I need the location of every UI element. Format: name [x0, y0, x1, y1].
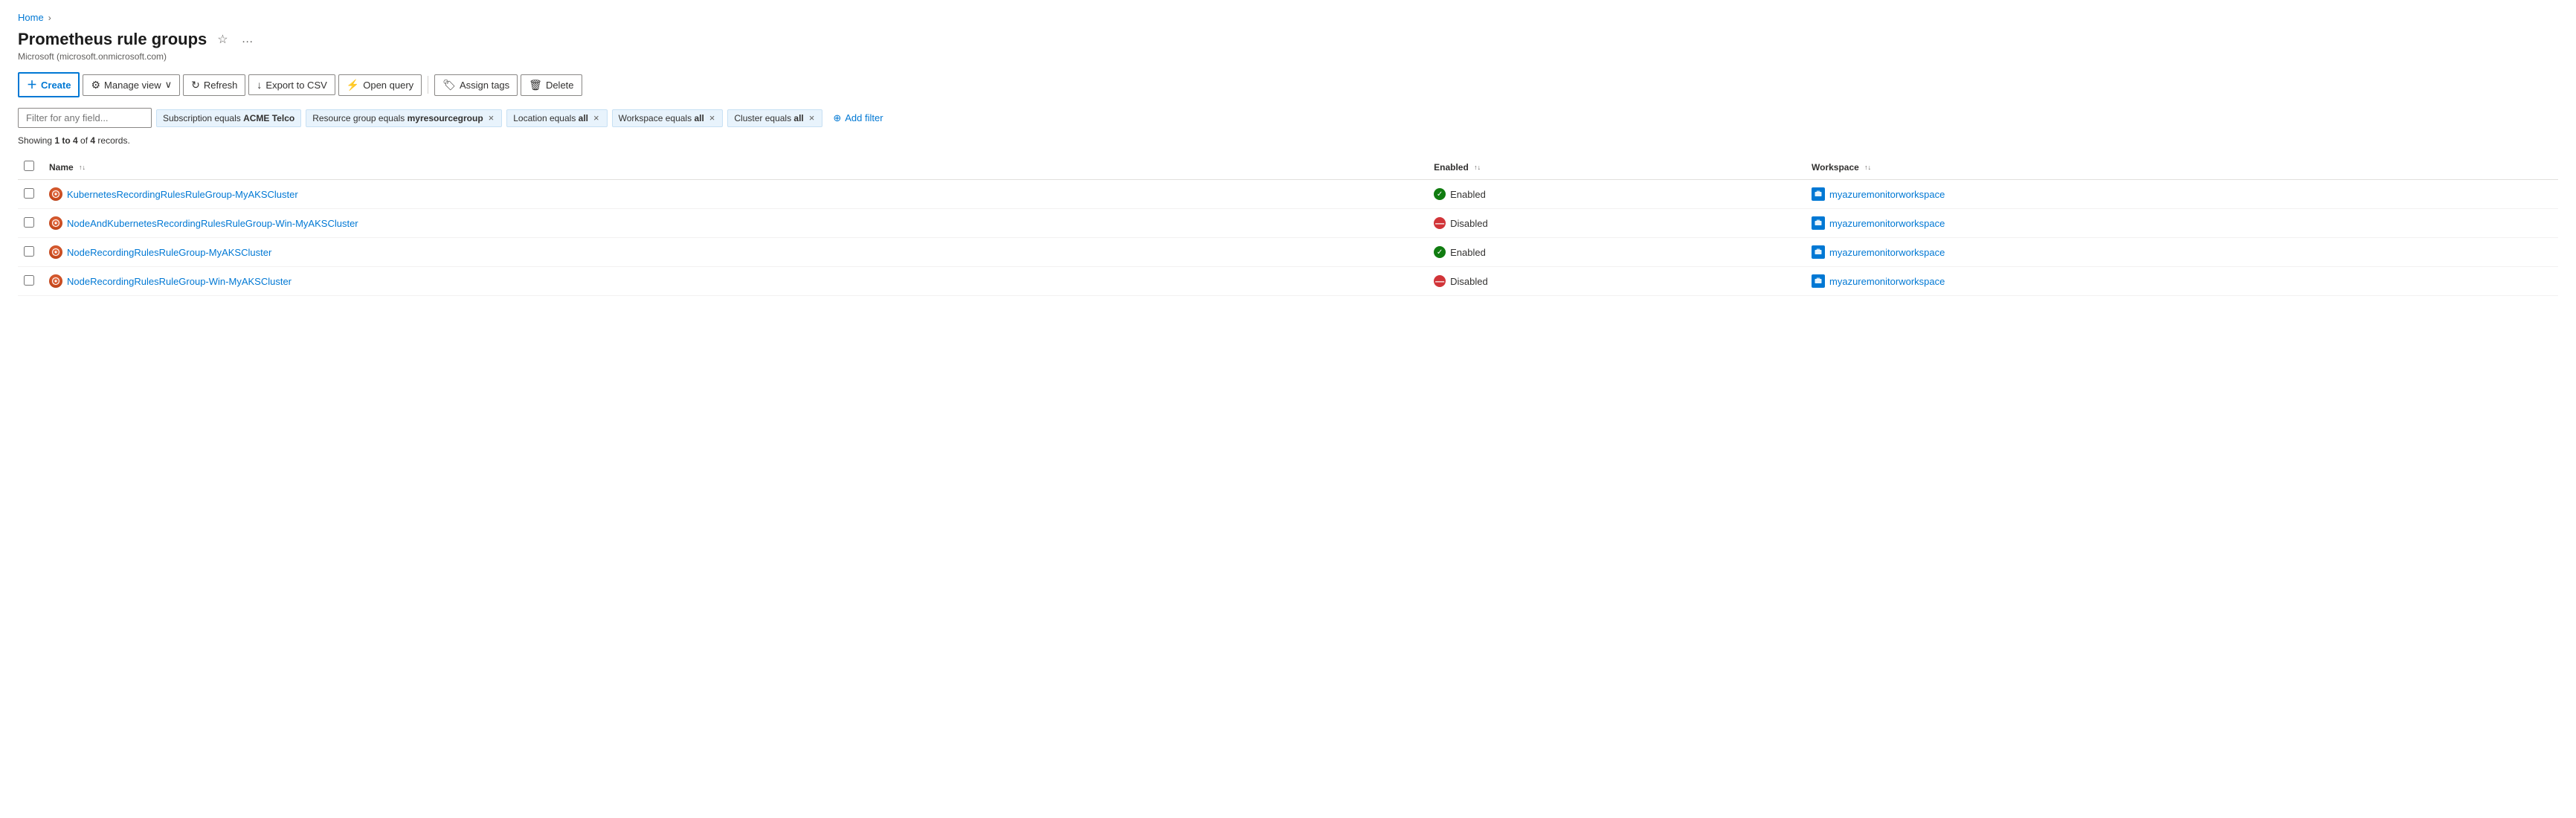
- status-text: Enabled: [1450, 247, 1486, 258]
- filter-tag-cluster: Cluster equals all ×: [727, 109, 822, 127]
- col-header-workspace[interactable]: Workspace ↑↓: [1803, 155, 2558, 180]
- row-checkbox-cell: [18, 180, 40, 209]
- filters-bar: Subscription equals ACME Telco Resource …: [18, 108, 2558, 128]
- refresh-icon: ↻: [191, 79, 200, 91]
- refresh-button[interactable]: ↻ Refresh: [183, 74, 245, 96]
- row-workspace-cell: myazuremonitorworkspace: [1803, 238, 2558, 267]
- rule-group-link[interactable]: KubernetesRecordingRulesRuleGroup-MyAKSC…: [67, 189, 298, 200]
- row-name-cell: NodeAndKubernetesRecordingRulesRuleGroup…: [40, 209, 1425, 238]
- delete-button[interactable]: 🗑 Delete: [521, 74, 582, 96]
- prometheus-icon: [49, 187, 62, 201]
- row-checkbox-cell: [18, 238, 40, 267]
- page-header: Prometheus rule groups ☆ …: [18, 29, 2558, 50]
- workspace-link[interactable]: myazuremonitorworkspace: [1829, 276, 1945, 287]
- assign-tags-button[interactable]: 🏷 Assign tags: [434, 74, 518, 96]
- enabled-sort-icons: ↑↓: [1474, 164, 1481, 171]
- gear-icon: ⚙: [91, 79, 100, 91]
- breadcrumb-separator: ›: [48, 13, 51, 23]
- open-query-button[interactable]: ⚡ Open query: [338, 74, 422, 96]
- filter-input[interactable]: [18, 108, 152, 128]
- col-header-enabled[interactable]: Enabled ↑↓: [1425, 155, 1803, 180]
- name-sort-icons: ↑↓: [79, 164, 86, 171]
- filter-tag-workspace: Workspace equals all ×: [612, 109, 724, 127]
- remove-cluster-filter[interactable]: ×: [808, 113, 817, 123]
- row-checkbox-1[interactable]: [24, 217, 34, 228]
- prometheus-icon: [49, 274, 62, 288]
- more-options-button[interactable]: …: [239, 30, 257, 49]
- remove-workspace-filter[interactable]: ×: [708, 113, 717, 123]
- table-header-row: Name ↑↓ Enabled ↑↓ Workspace ↑↓: [18, 155, 2558, 180]
- tag-icon: 🏷: [442, 79, 456, 91]
- status-text: Disabled: [1450, 276, 1488, 287]
- status-text: Disabled: [1450, 218, 1488, 229]
- workspace-icon: [1812, 187, 1825, 201]
- filter-tag-location: Location equals all ×: [506, 109, 607, 127]
- select-all-checkbox[interactable]: [24, 161, 34, 171]
- prometheus-icon: [49, 216, 62, 230]
- add-filter-button[interactable]: ⊕ Add filter: [827, 109, 889, 127]
- table-row: NodeRecordingRulesRuleGroup-Win-MyAKSClu…: [18, 267, 2558, 296]
- rule-group-link[interactable]: NodeAndKubernetesRecordingRulesRuleGroup…: [67, 218, 358, 229]
- rule-group-link[interactable]: NodeRecordingRulesRuleGroup-MyAKSCluster: [67, 247, 271, 258]
- col-header-name[interactable]: Name ↑↓: [40, 155, 1425, 180]
- table-row: NodeRecordingRulesRuleGroup-MyAKSCluster…: [18, 238, 2558, 267]
- breadcrumb: Home ›: [18, 12, 2558, 23]
- workspace-sort-icons: ↑↓: [1864, 164, 1871, 171]
- status-disabled-icon: —: [1434, 275, 1446, 287]
- page-title: Prometheus rule groups: [18, 30, 207, 49]
- workspace-link[interactable]: myazuremonitorworkspace: [1829, 247, 1945, 258]
- workspace-icon: [1812, 216, 1825, 230]
- row-name-cell: NodeRecordingRulesRuleGroup-MyAKSCluster: [40, 238, 1425, 267]
- table-row: KubernetesRecordingRulesRuleGroup-MyAKSC…: [18, 180, 2558, 209]
- page-subtitle: Microsoft (microsoft.onmicrosoft.com): [18, 51, 2558, 62]
- query-icon: ⚡: [347, 79, 359, 91]
- delete-icon: 🗑: [529, 79, 542, 91]
- row-enabled-cell: — Disabled: [1425, 267, 1803, 296]
- workspace-link[interactable]: myazuremonitorworkspace: [1829, 189, 1945, 200]
- create-button[interactable]: ＋ Create: [18, 72, 80, 97]
- row-workspace-cell: myazuremonitorworkspace: [1803, 209, 2558, 238]
- row-name-cell: NodeRecordingRulesRuleGroup-Win-MyAKSClu…: [40, 267, 1425, 296]
- row-name-cell: KubernetesRecordingRulesRuleGroup-MyAKSC…: [40, 180, 1425, 209]
- row-checkbox-cell: [18, 209, 40, 238]
- row-workspace-cell: myazuremonitorworkspace: [1803, 267, 2558, 296]
- workspace-link[interactable]: myazuremonitorworkspace: [1829, 218, 1945, 229]
- status-enabled-icon: ✓: [1434, 246, 1446, 258]
- remove-location-filter[interactable]: ×: [592, 113, 601, 123]
- select-all-cell: [18, 155, 40, 180]
- row-checkbox-2[interactable]: [24, 246, 34, 257]
- row-enabled-cell: ✓ Enabled: [1425, 238, 1803, 267]
- toolbar: ＋ Create ⚙ Manage view ∨ ↻ Refresh ↓ Exp…: [18, 72, 2558, 97]
- status-enabled-icon: ✓: [1434, 188, 1446, 200]
- rule-groups-table: Name ↑↓ Enabled ↑↓ Workspace ↑↓ Kubernet…: [18, 155, 2558, 296]
- manage-view-button[interactable]: ⚙ Manage view ∨: [83, 74, 180, 96]
- row-enabled-cell: — Disabled: [1425, 209, 1803, 238]
- filter-tag-subscription: Subscription equals ACME Telco: [156, 109, 301, 127]
- filter-tag-resource-group: Resource group equals myresourcegroup ×: [306, 109, 502, 127]
- records-count: Showing 1 to 4 of 4 records.: [18, 135, 2558, 146]
- add-filter-icon: ⊕: [833, 112, 841, 124]
- chevron-down-icon: ∨: [165, 79, 173, 91]
- row-checkbox-3[interactable]: [24, 275, 34, 286]
- remove-resource-group-filter[interactable]: ×: [487, 113, 496, 123]
- workspace-icon: [1812, 245, 1825, 259]
- export-icon: ↓: [257, 79, 262, 91]
- export-button[interactable]: ↓ Export to CSV: [248, 74, 335, 95]
- rule-group-link[interactable]: NodeRecordingRulesRuleGroup-Win-MyAKSClu…: [67, 276, 292, 287]
- status-disabled-icon: —: [1434, 217, 1446, 229]
- pin-button[interactable]: ☆: [214, 29, 231, 50]
- breadcrumb-home[interactable]: Home: [18, 12, 44, 23]
- row-workspace-cell: myazuremonitorworkspace: [1803, 180, 2558, 209]
- row-checkbox-cell: [18, 267, 40, 296]
- row-checkbox-0[interactable]: [24, 188, 34, 199]
- plus-icon: ＋: [27, 77, 37, 92]
- table-row: NodeAndKubernetesRecordingRulesRuleGroup…: [18, 209, 2558, 238]
- status-text: Enabled: [1450, 189, 1486, 200]
- workspace-icon: [1812, 274, 1825, 288]
- prometheus-icon: [49, 245, 62, 259]
- row-enabled-cell: ✓ Enabled: [1425, 180, 1803, 209]
